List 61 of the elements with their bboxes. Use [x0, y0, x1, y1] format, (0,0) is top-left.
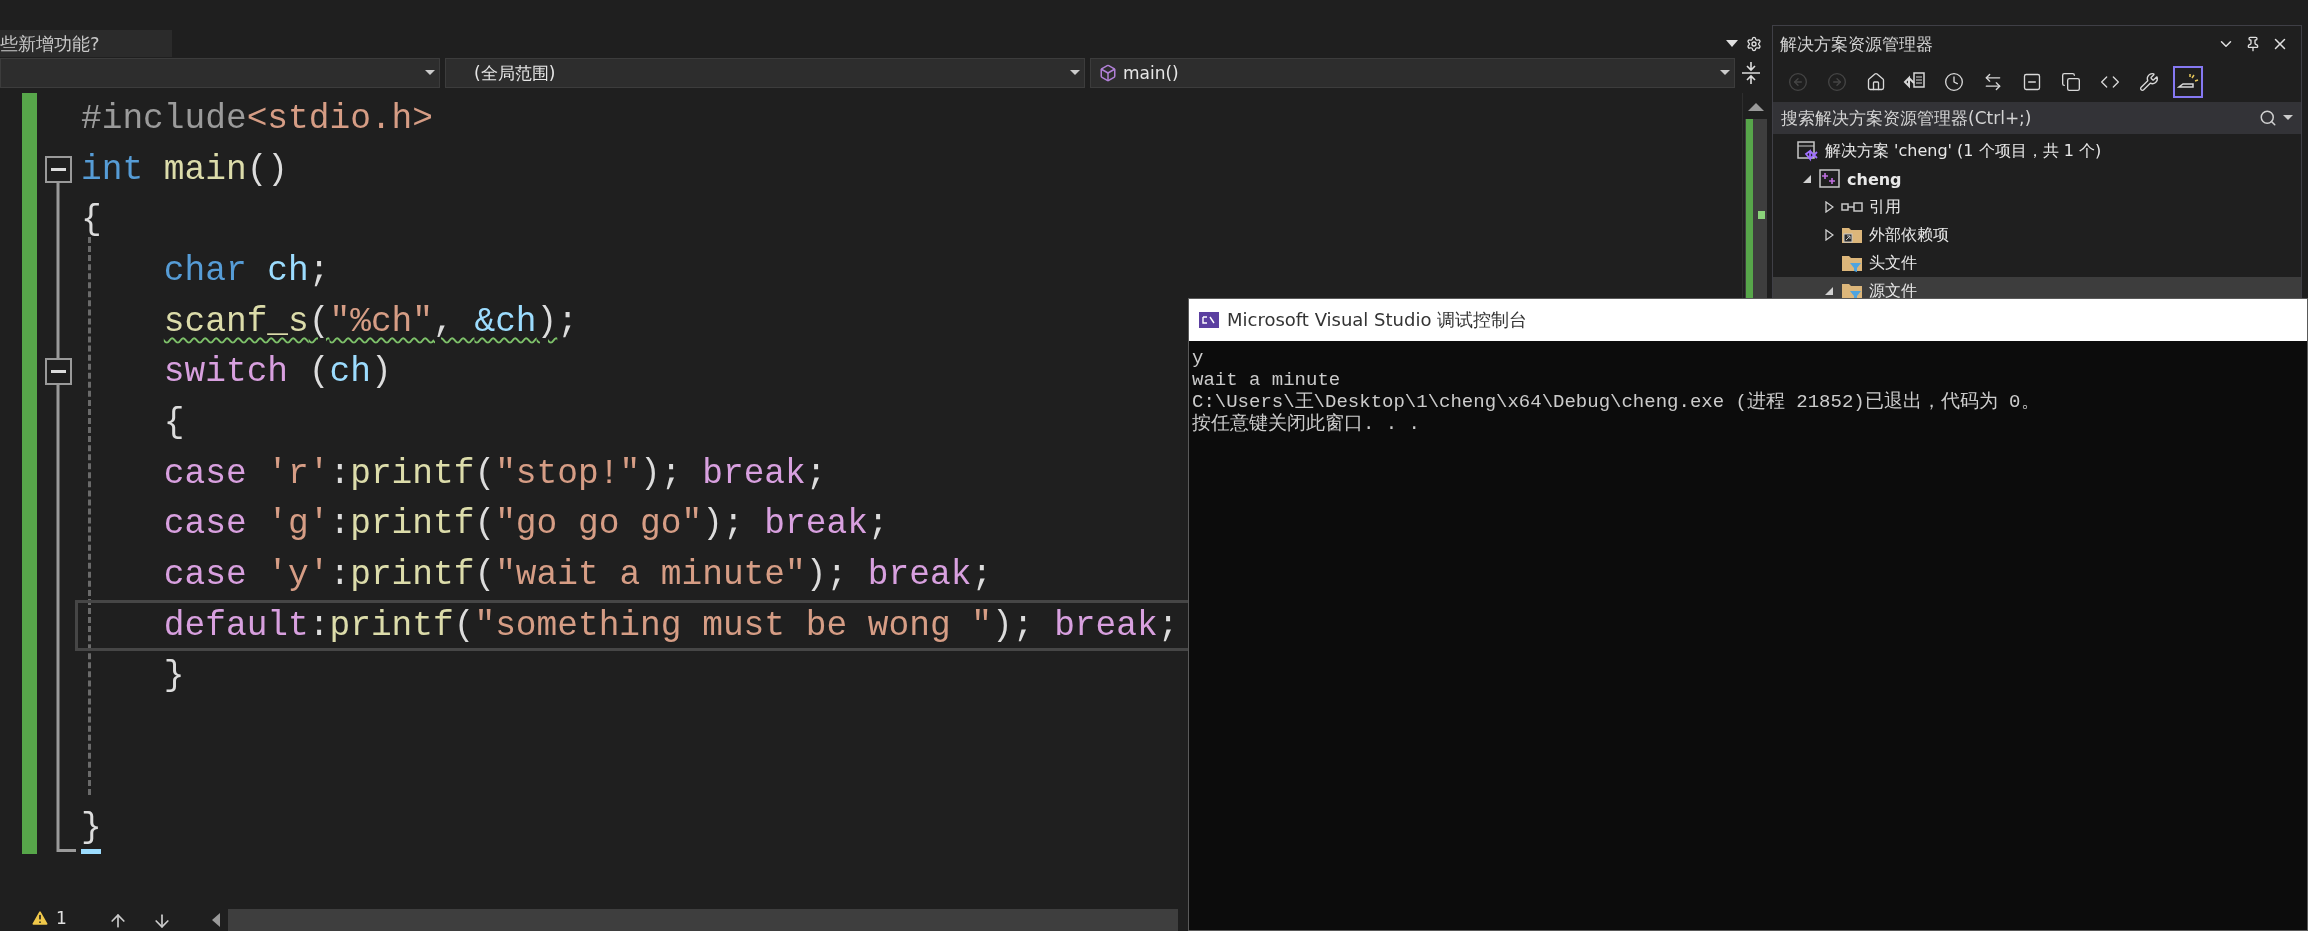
collapse-block-icon[interactable]	[45, 358, 72, 386]
scroll-left-icon	[212, 913, 220, 927]
code-line: case 'y':printf("wait a minute"); break;	[162, 555, 993, 595]
search-field[interactable]: 搜索解决方案资源管理器(Ctrl+;)	[1773, 102, 2301, 134]
filter-folder-icon	[1841, 253, 1863, 273]
tree-item[interactable]: 解决方案 'cheng' (1 个项目，共 1 个)	[1773, 137, 2301, 165]
caret-icon	[1726, 39, 1738, 48]
console-line: 按任意键关闭此窗口. . .	[1192, 413, 1420, 435]
code-line: int main()	[81, 149, 289, 189]
scope-dropdown[interactable]: (全局范围)	[445, 58, 1085, 88]
code-line: char ch;	[162, 250, 330, 290]
code-line: case 'r':printf("stop!"); break;	[162, 453, 827, 493]
code-line: case 'g':printf("go go go"); break;	[162, 504, 889, 544]
vertical-scrollbar[interactable]	[1742, 93, 1768, 299]
code-line: {	[162, 402, 185, 442]
warning-icon	[30, 908, 50, 928]
console-line: wait a minute	[1192, 369, 1341, 391]
code-line: scanf_s("%ch", &ch);	[162, 301, 578, 341]
tree-item-label: cheng	[1847, 169, 1902, 189]
pin-icon	[2245, 36, 2261, 52]
filter-folder-icon	[1841, 281, 1863, 298]
whats-new-tab[interactable]: 些新增功能?	[0, 30, 172, 57]
console-line: C:\Users\王\Desktop\1\cheng\x64\Debug\cheng.exe (进程 21852)已退出，代码为 0。	[1192, 391, 2040, 413]
member-dropdown[interactable]: main()	[1090, 58, 1735, 88]
tree-item-label: 源文件	[1869, 280, 1917, 298]
tree-item-label: 头文件	[1869, 252, 1917, 274]
code-line: }	[81, 808, 102, 848]
tree-item[interactable]: 引用	[1773, 193, 2301, 221]
panel-title: 解决方案资源管理器	[1780, 32, 1933, 56]
horizontal-scrollbar[interactable]	[228, 909, 1178, 931]
collapse-block-icon[interactable]	[45, 155, 72, 183]
search-icon	[2259, 109, 2277, 127]
tree-item[interactable]: 源文件	[1773, 277, 2301, 298]
code-line: {	[81, 200, 102, 240]
code-line: default:printf("something must be wong "); break;	[162, 605, 1179, 645]
tree-item-label: 解决方案 'cheng' (1 个项目，共 1 个)	[1825, 140, 2102, 162]
solution-icon	[1797, 140, 1819, 162]
code-line: }	[162, 656, 185, 696]
split-icon	[1740, 60, 1762, 86]
toolbar-button[interactable]	[2173, 66, 2203, 98]
settings-icon	[1746, 35, 1762, 52]
tree-item[interactable]: cheng	[1773, 165, 2301, 193]
cube-icon	[1099, 64, 1117, 82]
caret-icon	[1720, 70, 1730, 76]
folder-icon	[1841, 225, 1863, 245]
code-line: switch (ch)	[162, 352, 392, 392]
console-title: Microsoft Visual Studio 调试控制台	[1227, 308, 1528, 332]
code-line: #include<stdio.h>	[81, 98, 433, 138]
project-icon	[1819, 169, 1841, 189]
tree-item[interactable]: 外部依赖项	[1773, 221, 2301, 249]
references-icon	[1841, 200, 1863, 214]
text-cursor	[81, 849, 101, 855]
tree-item-label: 外部依赖项	[1869, 224, 1949, 246]
caret-icon	[2283, 115, 2293, 121]
console-line: y	[1192, 347, 1204, 369]
caret-icon	[425, 70, 435, 76]
tree-item[interactable]: 头文件	[1773, 249, 2301, 277]
warning-count[interactable]: 1	[56, 908, 67, 928]
caret-icon	[1070, 70, 1080, 76]
tree-item-label: 引用	[1869, 196, 1901, 218]
console-app-icon	[1199, 312, 1219, 328]
